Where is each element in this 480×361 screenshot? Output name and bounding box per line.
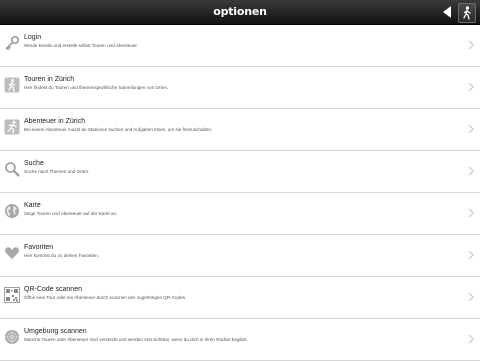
chevron-right-icon [468,251,474,259]
item-description: Hier findest du Touren und themenspezifi… [24,85,169,90]
item-title: Umgebung scannen [24,328,87,335]
key-icon [5,35,20,51]
item-description: Hier kommst du zu deinen Favoriten. [24,253,100,258]
item-description: Suche nach Themen und Orten. [24,169,90,174]
chevron-right-icon [468,293,474,301]
radar-icon [5,330,19,344]
globe-icon [5,204,19,218]
item-description: Bei einem Abenteuer musst du Stationen s… [24,127,213,132]
walking-person-icon [4,77,20,93]
top-bar: optionen [0,0,480,25]
heart-icon [5,247,19,259]
item-title: QR-Code scannen [24,286,82,293]
list-item-abenteuer[interactable]: Abenteuer in Zürich Bei einem Abenteuer … [0,109,480,151]
item-title: Suche [24,160,44,167]
chevron-right-icon [468,335,474,343]
magnifier-icon [5,162,20,177]
profile-button[interactable] [458,3,476,23]
item-title: Touren in Zürich [24,76,75,83]
list-item-karte[interactable]: Karte Zeige Touren und Abenteuer auf der… [0,193,480,235]
list-item-favoriten[interactable]: Favoriten Hier kommst du zu deinen Favor… [0,235,480,277]
back-button[interactable] [440,4,454,20]
chevron-right-icon [468,83,474,91]
qr-code-icon [4,287,20,303]
list-item-login[interactable]: Login Werde kreativ und erstelle selbst … [0,25,480,67]
running-person-icon [4,119,20,135]
page-title: optionen [213,5,267,18]
item-title: Karte [24,202,41,209]
item-description: Manche Touren oder Abenteuer sind verste… [24,337,248,342]
item-title: Abenteuer in Zürich [24,118,86,125]
options-list: Login Werde kreativ und erstelle selbst … [0,25,480,361]
list-item-suche[interactable]: Suche Suche nach Themen und Orten. [0,151,480,193]
item-title: Login [24,34,42,41]
item-description: Öffne eine Tour oder ein Abenteuer durch… [24,295,187,300]
chevron-right-icon [468,41,474,49]
walking-person-icon [463,6,471,20]
item-title: Favoriten [24,244,54,251]
back-triangle-icon [443,6,451,18]
list-item-umgebung[interactable]: Umgebung scannen Manche Touren oder Aben… [0,319,480,361]
chevron-right-icon [468,167,474,175]
item-description: Werde kreativ und erstelle selbst Touren… [24,43,138,48]
chevron-right-icon [468,209,474,217]
list-item-qr-code[interactable]: QR-Code scannen Öffne eine Tour oder ein… [0,277,480,319]
chevron-right-icon [468,125,474,133]
list-item-touren[interactable]: Touren in Zürich Hier findest du Touren … [0,67,480,109]
item-description: Zeige Touren und Abenteuer auf der Karte… [24,211,118,216]
